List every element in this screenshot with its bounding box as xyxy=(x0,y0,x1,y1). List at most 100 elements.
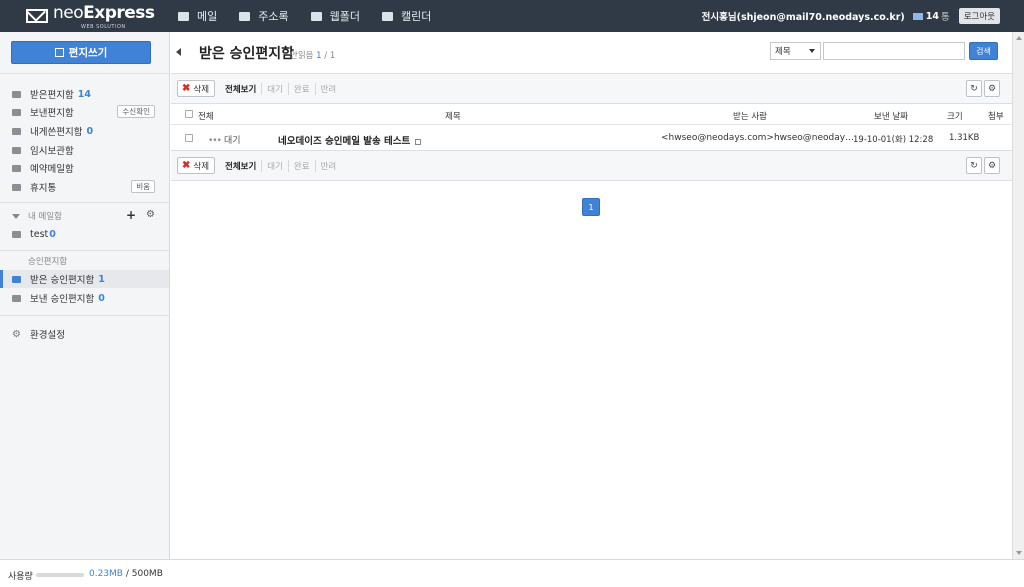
empty-trash-button[interactable]: 비움 xyxy=(131,180,155,193)
trash-icon xyxy=(12,183,21,191)
logo-subtitle: WEB SOLUTION xyxy=(81,24,126,30)
page-button[interactable]: 1 xyxy=(582,198,600,216)
refresh-icon[interactable]: ↻ xyxy=(966,80,982,97)
sidebar-item-sent[interactable]: 보낸편지함 수신확인 xyxy=(0,103,169,121)
sidebar-item-received-approval[interactable]: 받은 승인편지함 1 xyxy=(0,270,169,288)
test-count: 0 xyxy=(49,228,56,240)
add-mailbox-icon[interactable]: + xyxy=(126,208,136,222)
compose-pen-icon xyxy=(54,48,64,57)
sidebar-item-settings[interactable]: ⚙ 환경설정 xyxy=(0,325,169,343)
received-approval-count: 1 xyxy=(98,273,105,285)
delete-button[interactable]: ✖ 삭제 xyxy=(177,80,216,97)
compose-button[interactable]: 편지쓰기 xyxy=(11,41,151,64)
folder-icon xyxy=(12,230,21,238)
unread-count: 1 xyxy=(316,51,322,61)
row-size: 1.31KB xyxy=(949,133,980,143)
sidebar-divider xyxy=(0,315,169,316)
sent-icon xyxy=(12,108,21,116)
sent-approval-count: 0 xyxy=(98,292,105,304)
more-dots-icon[interactable]: ••• xyxy=(208,136,222,146)
search-field-select[interactable]: 제목 xyxy=(770,42,821,60)
nav-calendar[interactable]: 캘린더 xyxy=(382,8,431,24)
sidebar-item-scheduled[interactable]: 예약메일함 xyxy=(0,159,169,177)
sidebar-item-to-me[interactable]: 내게쓴편지함 0 xyxy=(0,122,169,140)
row-date: 19-10-01(화) 12:28 xyxy=(853,135,934,145)
column-size[interactable]: 크기 xyxy=(947,110,963,122)
top-bar: neoExpress WEB SOLUTION 메일 주소록 웹폴더 캘린더 전… xyxy=(0,0,1024,32)
list-header: 전체 제목 받는 사람 보낸 날짜 크기 첨부 xyxy=(171,105,1012,125)
sidebar-item-inbox[interactable]: 받은편지함 14 xyxy=(0,85,169,103)
row-subject[interactable]: 네오데이즈 승인메일 발송 테스트 xyxy=(278,133,422,147)
sidebar-divider xyxy=(0,202,169,203)
filter-done[interactable]: 완료 xyxy=(287,83,315,95)
folder-open-icon xyxy=(12,275,21,283)
scroll-down-icon[interactable] xyxy=(1016,551,1022,555)
sidebar-item-trash[interactable]: 휴지통 비움 xyxy=(0,178,169,196)
read-receipt-button[interactable]: 수신확인 xyxy=(117,105,155,118)
gear-icon[interactable]: ⚙ xyxy=(984,80,1000,97)
filter-rejected[interactable]: 반려 xyxy=(314,83,342,95)
delete-button[interactable]: ✖ 삭제 xyxy=(177,157,216,174)
user-name[interactable]: 전시홍님(shjeon@mail70.neodays.co.kr) xyxy=(702,9,905,23)
gear-icon[interactable]: ⚙ xyxy=(146,209,155,220)
select-all-checkbox[interactable] xyxy=(185,110,193,118)
nav-address-book[interactable]: 주소록 xyxy=(239,8,289,24)
sidebar-item-sent-approval[interactable]: 보낸 승인편지함 0 xyxy=(0,289,169,307)
collapse-triangle-icon xyxy=(12,213,20,219)
filter-rejected[interactable]: 반려 xyxy=(314,160,342,172)
top-nav: 메일 주소록 웹폴더 캘린더 xyxy=(178,0,453,32)
scrollbar[interactable] xyxy=(1012,32,1024,559)
logo[interactable]: neoExpress WEB SOLUTION xyxy=(26,3,155,30)
table-row[interactable]: ••• 대기 네오데이즈 승인메일 발송 테스트 <hwseo@neodays.c… xyxy=(171,126,1012,150)
sidebar-item-drafts[interactable]: 임시보관함 xyxy=(0,141,169,159)
inbox-icon xyxy=(12,90,21,98)
filter-all[interactable]: 전체보기 xyxy=(225,160,261,172)
list-toolbar-top: ✖ 삭제 전체보기 대기 완료 반려 ↻ ⚙ xyxy=(171,73,1012,104)
logout-button[interactable]: 로그아웃 xyxy=(958,8,1000,24)
unread-mail-count[interactable]: 14 xyxy=(926,11,939,22)
unread-summary: 안읽음 1 / 1 xyxy=(290,51,336,61)
filter-pending[interactable]: 대기 xyxy=(261,83,288,95)
status-filters: 전체보기 대기 완료 반려 xyxy=(225,83,341,95)
folder-icon xyxy=(12,294,21,302)
sidebar-divider xyxy=(0,250,169,251)
nav-web-folder[interactable]: 웹폴더 xyxy=(310,8,360,24)
delete-x-icon: ✖ xyxy=(182,160,191,171)
nav-mail[interactable]: 메일 xyxy=(178,8,217,24)
mail-icon xyxy=(178,11,189,21)
usage-label: 사용량 xyxy=(8,572,33,582)
search-input[interactable] xyxy=(823,42,965,60)
status-filters: 전체보기 대기 완료 반려 xyxy=(225,160,341,172)
column-date[interactable]: 보낸 날짜 xyxy=(874,110,908,122)
collapse-sidebar-icon[interactable] xyxy=(176,48,181,56)
web-folder-icon xyxy=(310,11,322,21)
preview-icon[interactable] xyxy=(415,138,422,145)
logo-text: neoExpress xyxy=(53,3,155,23)
folder-icon xyxy=(12,127,21,135)
filter-all[interactable]: 전체보기 xyxy=(225,83,261,95)
inbox-count: 14 xyxy=(77,88,91,100)
usage-bar xyxy=(36,573,84,577)
refresh-icon[interactable]: ↻ xyxy=(966,157,982,174)
column-recipient[interactable]: 받는 사람 xyxy=(733,110,767,122)
main-content: 받은 승인편지함 안읽음 1 / 1 제목 검색 ✖ 삭제 전체보기 대기 완료… xyxy=(171,32,1012,559)
sidebar-item-test[interactable]: test 0 xyxy=(0,225,169,243)
gear-icon[interactable]: ⚙ xyxy=(984,157,1000,174)
column-subject[interactable]: 제목 xyxy=(445,110,461,122)
row-checkbox[interactable] xyxy=(185,134,193,142)
my-mailbox-header[interactable]: 내 메일함 + ⚙ xyxy=(0,208,169,224)
filter-done[interactable]: 완료 xyxy=(287,160,315,172)
folder-icon xyxy=(12,146,21,154)
delete-x-icon: ✖ xyxy=(182,83,191,94)
row-recipient: <hwseo@neodays.com>hwseo@neoday… xyxy=(661,133,855,143)
list-toolbar-bottom: ✖ 삭제 전체보기 대기 완료 반려 ↻ ⚙ xyxy=(171,150,1012,181)
storage-footer: 사용량 0.23MB / 500MB xyxy=(0,559,1024,587)
search-button[interactable]: 검색 xyxy=(969,42,998,60)
mail-count-unit: 통 xyxy=(940,12,950,23)
sidebar-divider xyxy=(0,73,169,74)
address-book-icon xyxy=(239,11,251,21)
column-all: 전체 xyxy=(198,112,214,122)
envelope-logo-icon xyxy=(26,9,48,23)
filter-pending[interactable]: 대기 xyxy=(261,160,288,172)
scroll-up-icon[interactable] xyxy=(1016,36,1022,40)
